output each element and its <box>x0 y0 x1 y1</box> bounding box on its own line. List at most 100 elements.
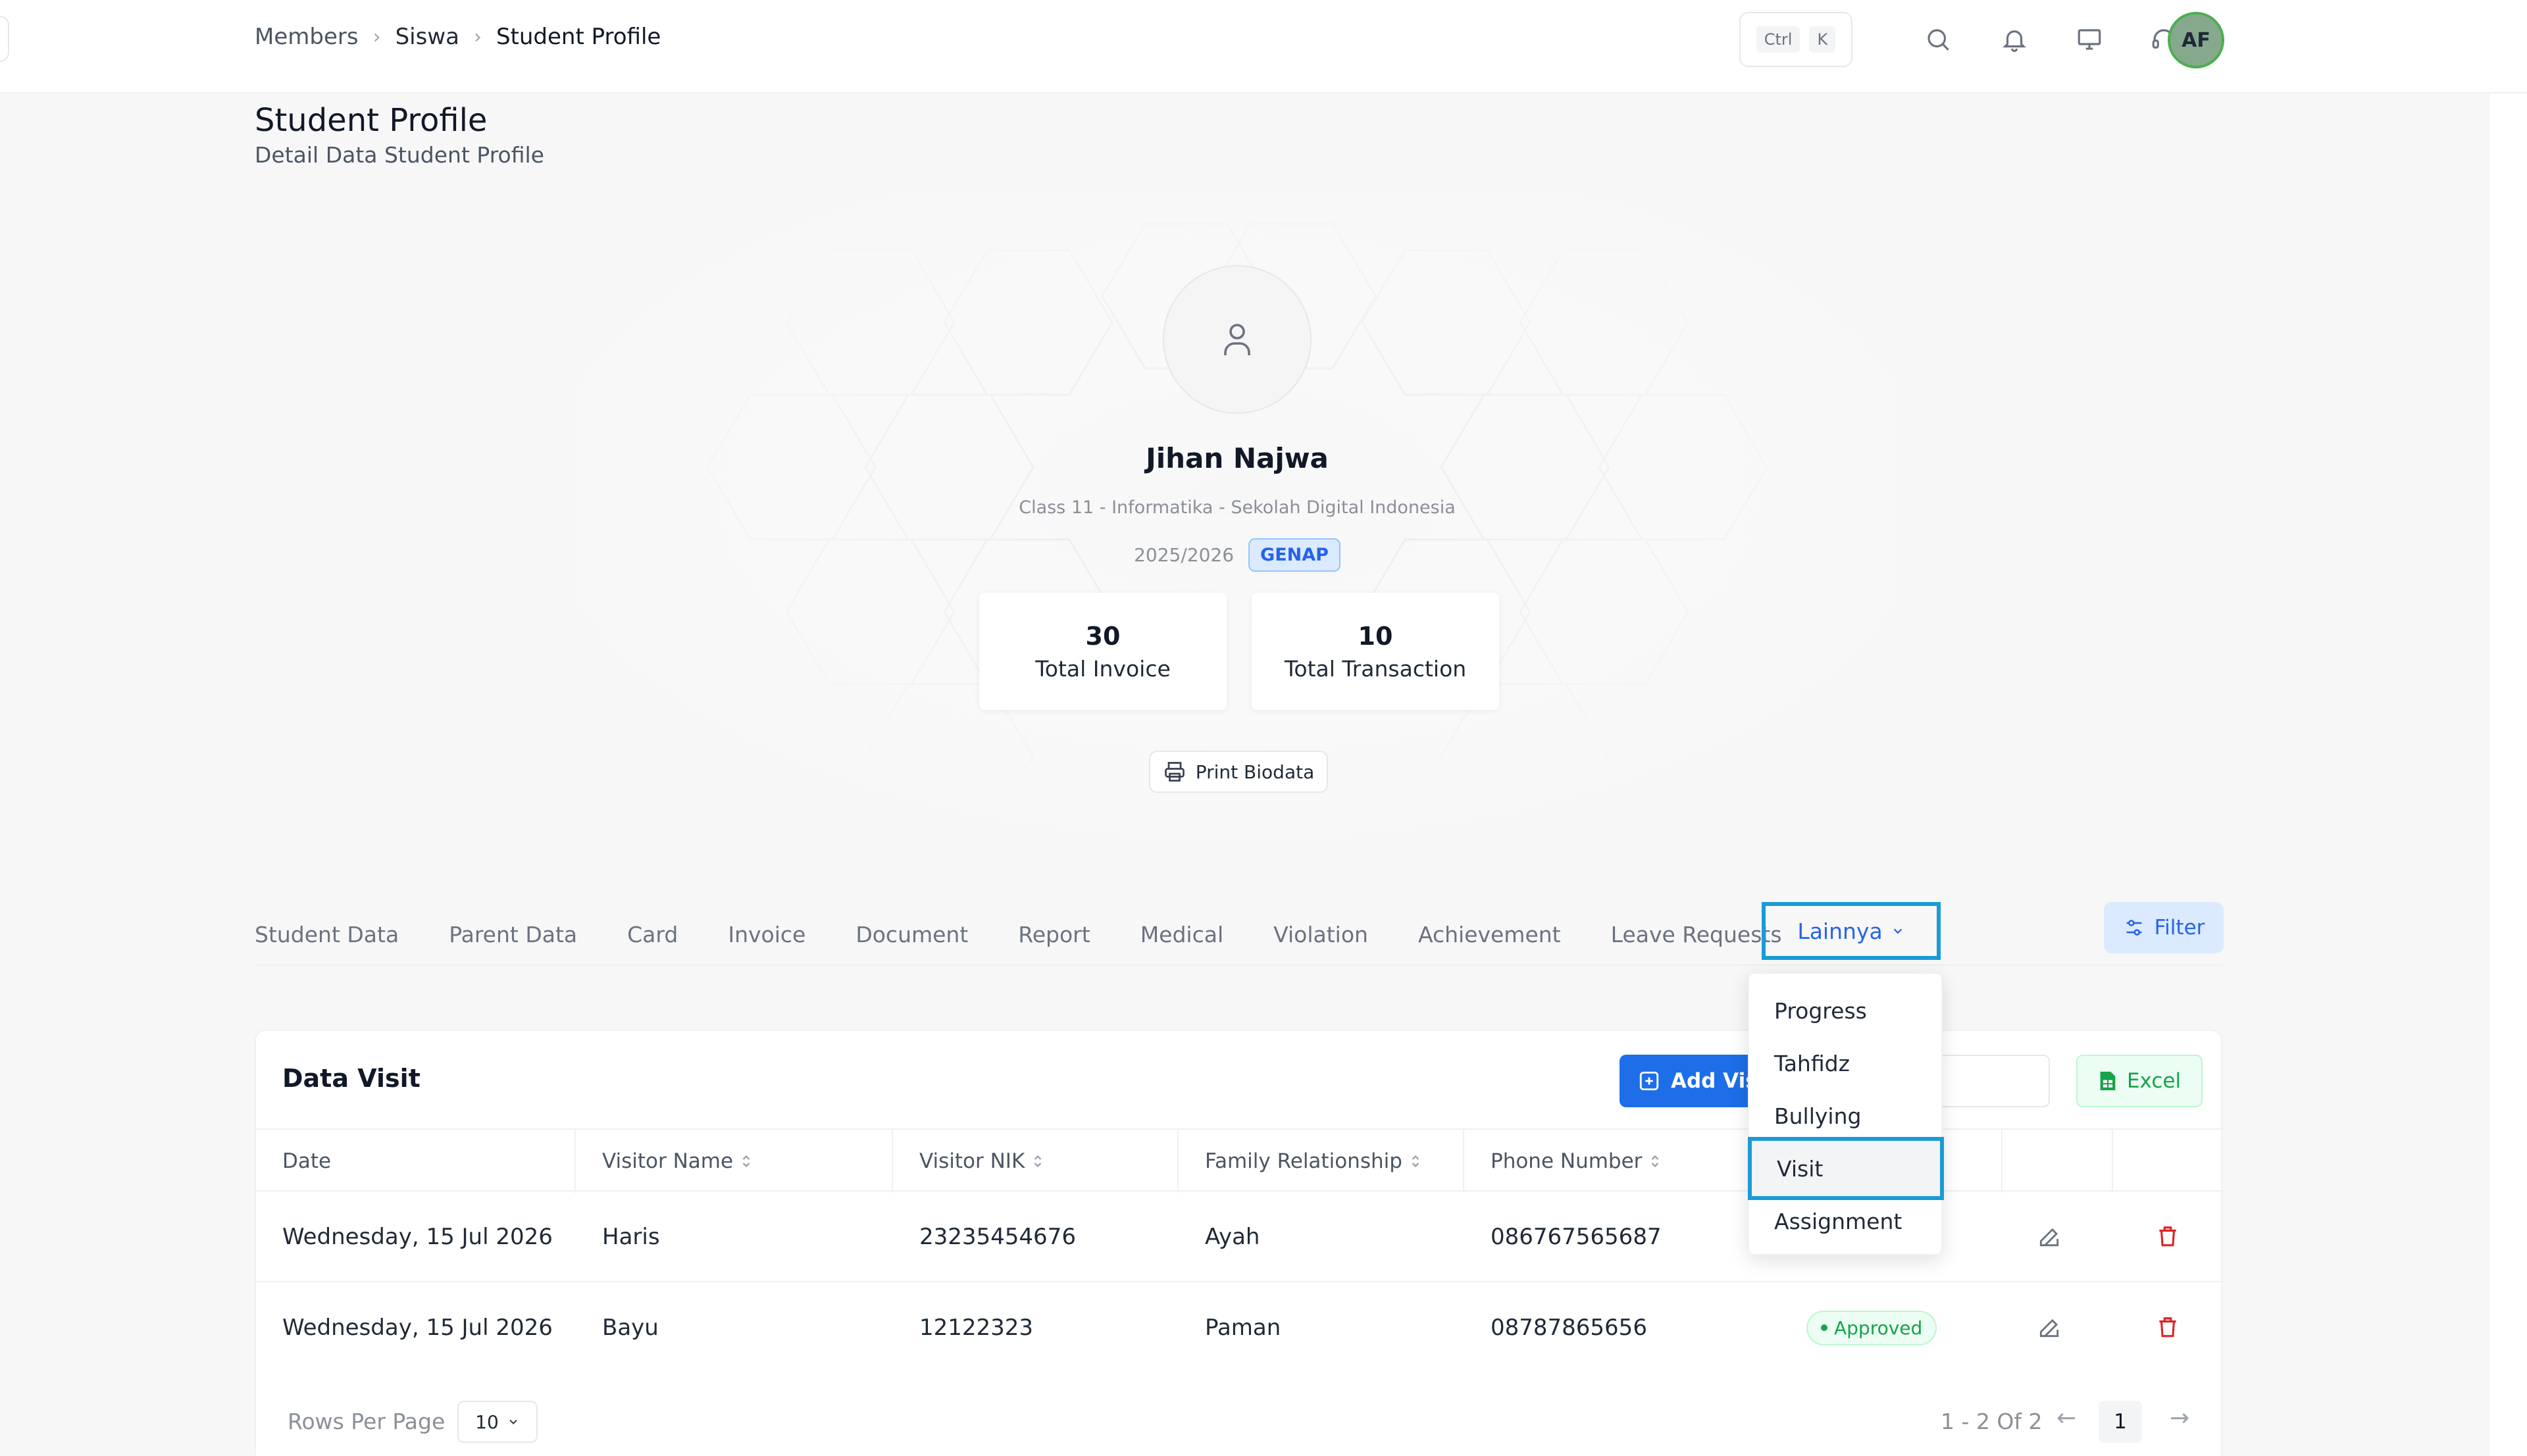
column-date[interactable]: Date <box>256 1130 576 1193</box>
cell-phone: 086767565687 <box>1491 1224 1662 1250</box>
cell-date: Wednesday, 15 Jul 2026 <box>282 1224 553 1250</box>
tab-more-dropdown[interactable]: Lainnya <box>1762 902 1941 960</box>
stat-value: 10 <box>1358 621 1393 651</box>
column-label: Visitor Name <box>602 1149 734 1173</box>
rows-per-page-label: Rows Per Page <box>288 1409 446 1434</box>
edit-icon[interactable] <box>2037 1192 2062 1282</box>
cell-relationship: Paman <box>1205 1315 1281 1341</box>
printer-icon <box>1164 762 1185 782</box>
filter-label: Filter <box>2154 916 2205 940</box>
top-bar: Members › Siswa › Student Profile Ctrl K… <box>0 0 2527 93</box>
breadcrumb-siswa[interactable]: Siswa <box>396 24 459 50</box>
breadcrumb-current: Student Profile <box>496 24 661 50</box>
student-name: Jihan Najwa <box>1146 442 1329 474</box>
more-tabs-dropdown-menu: Progress Tahfidz Bullying Visit Assignme… <box>1748 972 1944 1255</box>
cell-status: Approved <box>1806 1282 1937 1373</box>
cell-date: Wednesday, 15 Jul 2026 <box>282 1315 553 1341</box>
plus-square-icon <box>1639 1071 1659 1091</box>
menu-item-assignment[interactable]: Assignment <box>1749 1195 1944 1247</box>
tab-report[interactable]: Report <box>1018 922 1090 947</box>
status-label: Approved <box>1834 1317 1923 1339</box>
sort-icon <box>1034 1155 1042 1168</box>
excel-label: Excel <box>2126 1069 2182 1093</box>
page-title: Student Profile <box>255 102 488 139</box>
academic-year: 2025/2026 <box>1134 544 1235 566</box>
academic-year-row: 2025/2026 GENAP <box>1053 538 1421 572</box>
pagination-bar: Rows Per Page 10 1 - 2 Of 2 ← 1 → <box>256 1386 2224 1452</box>
stat-label: Total Transaction <box>1284 655 1467 682</box>
sort-icon <box>1652 1155 1659 1168</box>
sort-icon <box>1412 1155 1419 1168</box>
print-biodata-label: Print Biodata <box>1195 761 1315 783</box>
stat-card-total-transaction: 10 Total Transaction <box>1252 593 1499 710</box>
tabs-divider <box>255 965 2222 966</box>
student-class-info: Class 11 - Informatika - Sekolah Digital… <box>1019 497 1456 518</box>
column-phone-number[interactable]: Phone Number <box>1464 1130 1780 1193</box>
tab-document[interactable]: Document <box>855 922 968 947</box>
column-label: Date <box>282 1149 332 1173</box>
menu-item-progress[interactable]: Progress <box>1749 984 1944 1037</box>
cell-visitor-nik: 23235454676 <box>919 1224 1076 1250</box>
card-title: Data Visit <box>282 1064 421 1093</box>
stat-label: Total Invoice <box>1035 655 1171 682</box>
page-number-button[interactable]: 1 <box>2099 1401 2142 1443</box>
tab-more-label: Lainnya <box>1797 918 1883 944</box>
tab-parent-data[interactable]: Parent Data <box>449 922 577 947</box>
page-subtitle: Detail Data Student Profile <box>255 142 544 168</box>
stat-card-total-invoice: 30 Total Invoice <box>979 593 1227 710</box>
tab-card[interactable]: Card <box>627 922 678 947</box>
print-biodata-button[interactable]: Print Biodata <box>1149 751 1328 793</box>
search-icon[interactable] <box>1922 24 1954 55</box>
cell-visitor-name: Bayu <box>602 1315 659 1341</box>
excel-export-button[interactable]: Excel <box>2076 1055 2203 1107</box>
next-page-arrow-icon[interactable]: → <box>2170 1405 2189 1432</box>
user-avatar[interactable]: AF <box>2168 12 2224 68</box>
breadcrumb: Members › Siswa › Student Profile <box>255 24 661 50</box>
trash-icon[interactable] <box>2155 1192 2180 1282</box>
tab-student-data[interactable]: Student Data <box>255 922 399 947</box>
prev-page-arrow-icon[interactable]: ← <box>2056 1405 2076 1432</box>
cell-visitor-name: Haris <box>602 1224 660 1250</box>
tab-achievement[interactable]: Achievement <box>1418 922 1561 947</box>
bell-icon[interactable] <box>1999 24 2030 55</box>
status-dot-icon <box>1821 1324 1827 1331</box>
chevron-down-icon <box>509 1419 517 1424</box>
edit-icon[interactable] <box>2037 1282 2062 1373</box>
filter-button[interactable]: Filter <box>2104 902 2224 953</box>
command-shortcut-button[interactable]: Ctrl K <box>1739 12 1852 67</box>
menu-item-tahfidz[interactable]: Tahfidz <box>1749 1037 1944 1090</box>
tab-invoice[interactable]: Invoice <box>728 922 805 947</box>
column-label: Visitor NIK <box>919 1149 1025 1173</box>
menu-item-bullying[interactable]: Bullying <box>1749 1090 1944 1142</box>
cell-relationship: Ayah <box>1205 1224 1260 1250</box>
tab-leave-requests[interactable]: Leave Requests <box>1611 922 1782 947</box>
column-visitor-name[interactable]: Visitor Name <box>576 1130 893 1193</box>
sliders-icon <box>2126 920 2141 936</box>
pagination-range: 1 - 2 Of 2 <box>1941 1409 2043 1434</box>
menu-item-visit[interactable]: Visit <box>1748 1137 1944 1200</box>
monitor-icon[interactable] <box>2074 24 2105 55</box>
rows-per-page-value: 10 <box>475 1411 499 1433</box>
tab-violation[interactable]: Violation <box>1273 922 1368 947</box>
status-badge: Approved <box>1806 1310 1937 1345</box>
profile-photo[interactable] <box>1163 265 1312 414</box>
breadcrumb-members[interactable]: Members <box>255 24 359 50</box>
page-scroll-area <box>2490 93 2527 1456</box>
profile-tabs: Student Data Parent Data Card Invoice Do… <box>255 901 1832 967</box>
chevron-right-icon: › <box>372 25 381 49</box>
table-row: Wednesday, 15 Jul 2026 Bayu 12122323 Pam… <box>256 1282 2224 1373</box>
kbd-k: K <box>1809 26 1836 53</box>
chevron-right-icon: › <box>473 25 482 49</box>
rows-per-page-select[interactable]: 10 <box>457 1401 538 1443</box>
spreadsheet-icon <box>2100 1071 2116 1091</box>
sidebar-toggle[interactable] <box>0 16 9 62</box>
kbd-ctrl: Ctrl <box>1756 26 1800 53</box>
column-family-relationship[interactable]: Family Relationship <box>1179 1130 1464 1193</box>
chevron-down-icon <box>1893 928 1902 934</box>
column-edit <box>2003 1130 2113 1193</box>
tab-medical[interactable]: Medical <box>1140 922 1223 947</box>
column-visitor-nik[interactable]: Visitor NIK <box>893 1130 1179 1193</box>
trash-icon[interactable] <box>2155 1282 2180 1373</box>
column-delete <box>2113 1130 2224 1193</box>
column-label: Family Relationship <box>1205 1149 1402 1173</box>
